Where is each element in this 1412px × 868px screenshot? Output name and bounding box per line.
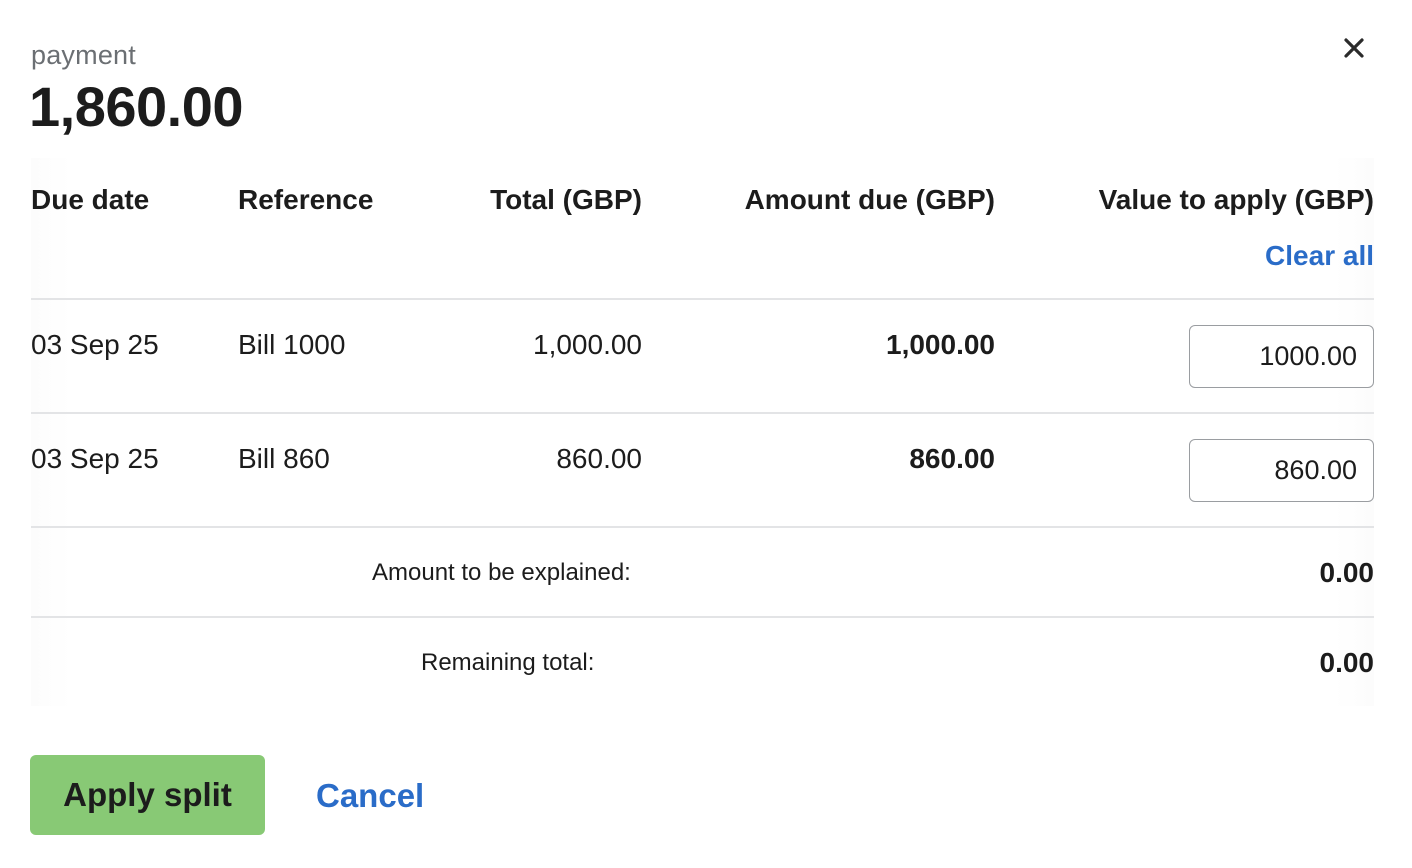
row-1-value-to-apply-input[interactable] (1189, 325, 1374, 388)
split-payment-dialog: payment 1,860.00 Due date Reference Tota… (0, 0, 1412, 868)
row-divider (31, 412, 1374, 414)
row-2-total: 860.00 (556, 443, 642, 474)
payment-amount: 1,860.00 (29, 75, 243, 138)
row-1-reference: Bill 1000 (238, 329, 346, 360)
split-table-panel (31, 158, 1374, 706)
amount-to-be-explained-value: 0.00 (1319, 557, 1375, 588)
column-header-total: Total (GBP) (490, 184, 642, 215)
column-header-amount-due: Amount due (GBP) (744, 184, 995, 215)
close-icon (1344, 38, 1364, 58)
summary-divider (31, 616, 1374, 618)
row-1-total: 1,000.00 (533, 329, 642, 360)
cancel-link[interactable]: Cancel (316, 777, 424, 815)
row-2-value-to-apply-input[interactable] (1189, 439, 1374, 502)
amount-to-be-explained-label: Amount to be explained: (372, 559, 631, 586)
apply-split-button[interactable]: Apply split (30, 755, 265, 835)
column-header-due-date: Due date (31, 184, 150, 215)
row-1-due-date: 03 Sep 25 (31, 329, 159, 360)
row-2-amount-due: 860.00 (909, 443, 995, 474)
row-2-due-date: 03 Sep 25 (31, 443, 159, 474)
clear-all-link[interactable]: Clear all (1265, 240, 1374, 272)
remaining-total-label: Remaining total: (421, 649, 595, 676)
row-1-amount-due: 1,000.00 (886, 329, 995, 360)
remaining-total-value: 0.00 (1319, 647, 1375, 678)
column-header-value-to-apply: Value to apply (GBP) (1098, 184, 1374, 215)
column-header-reference: Reference (238, 184, 374, 215)
close-button[interactable] (1336, 30, 1372, 66)
header-divider (31, 298, 1374, 300)
row-2-reference: Bill 860 (238, 443, 330, 474)
payment-kicker: payment (31, 40, 136, 70)
summary-divider (31, 526, 1374, 528)
